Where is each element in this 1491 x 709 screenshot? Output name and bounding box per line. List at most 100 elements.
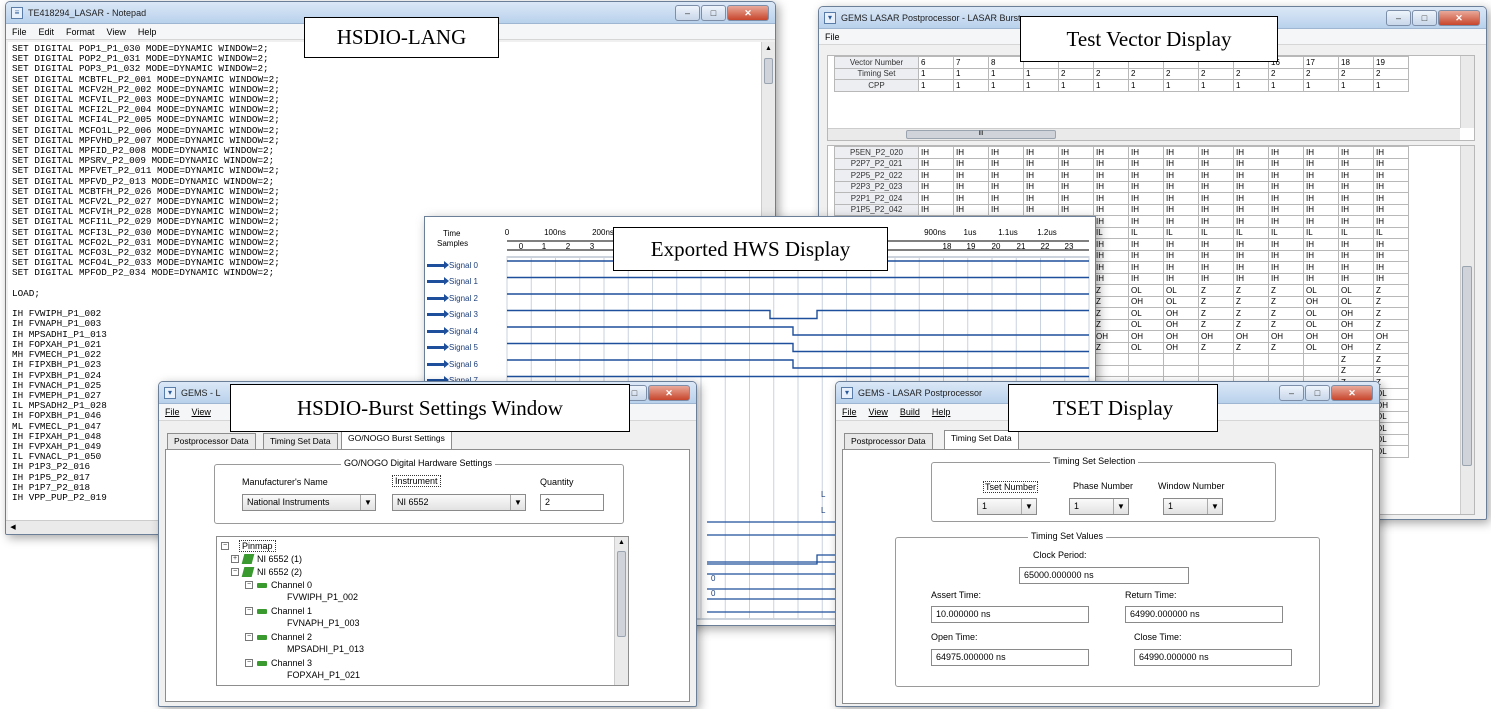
scroll-up-icon[interactable]: ▲ (615, 537, 628, 549)
vector-cell[interactable]: OH (1303, 295, 1339, 308)
vector-cell[interactable]: IH (1198, 146, 1234, 159)
vector-cell[interactable]: IH (1338, 192, 1374, 205)
vector-cell[interactable]: IH (1093, 180, 1129, 193)
vector-cell[interactable]: IL (1268, 226, 1304, 239)
chevron-down-icon[interactable]: ▼ (1207, 499, 1222, 514)
vector-cell[interactable]: IH (953, 157, 989, 170)
vector-cell[interactable]: IH (1338, 249, 1374, 262)
instrument-select[interactable]: NI 6552 ▼ (392, 494, 526, 511)
vector-cell[interactable]: 1 (953, 67, 989, 80)
vector-cell[interactable]: IH (1373, 238, 1409, 251)
vector-cell[interactable]: Z (1093, 307, 1129, 320)
vector-cell[interactable]: Z (1338, 353, 1374, 366)
scroll-up-icon[interactable]: ▲ (762, 42, 775, 56)
vector-cell[interactable]: IH (1093, 238, 1129, 251)
vector-cell[interactable]: IH (1058, 180, 1094, 193)
tab-timing-set-data[interactable]: Timing Set Data (944, 430, 1019, 449)
vector-cell[interactable]: 1 (1023, 67, 1059, 80)
vector-cell[interactable]: IH (1303, 261, 1339, 274)
collapse-icon[interactable]: − (245, 581, 253, 589)
vector-cell[interactable]: IH (1163, 272, 1199, 285)
collapse-icon[interactable]: − (245, 607, 253, 615)
vector-cell[interactable]: IH (1233, 157, 1269, 170)
vector-cell[interactable]: IH (1023, 192, 1059, 205)
vector-cell[interactable]: IH (988, 169, 1024, 182)
vector-cell[interactable]: IH (953, 146, 989, 159)
vector-cell[interactable]: IH (918, 157, 954, 170)
vector-cell[interactable]: OL (1128, 284, 1164, 297)
close-icon[interactable]: ✕ (1438, 10, 1480, 26)
vector-cell[interactable]: 2 (1268, 67, 1304, 80)
open-time-field[interactable]: 64975.000000 ns (931, 649, 1089, 666)
vector-cell[interactable]: 1 (1198, 79, 1234, 92)
vector-cell[interactable]: Z (1233, 341, 1269, 354)
vector-cell[interactable]: 1 (1233, 79, 1269, 92)
vector-cell[interactable]: IH (953, 169, 989, 182)
vector-cell[interactable]: IH (1093, 169, 1129, 182)
vector-cell[interactable]: IH (1338, 215, 1374, 228)
vector-cell[interactable]: IH (1128, 249, 1164, 262)
vector-cell[interactable]: IH (918, 146, 954, 159)
vector-cell[interactable]: 2 (1338, 67, 1374, 80)
vector-cell[interactable]: IH (1338, 180, 1374, 193)
vector-cell[interactable]: 2 (1233, 67, 1269, 80)
vector-cell[interactable]: IH (1128, 261, 1164, 274)
vector-cell[interactable]: IH (1163, 238, 1199, 251)
tree-pin[interactable]: FVWIPH_P1_002 (287, 592, 358, 602)
vector-cell[interactable]: IH (1268, 249, 1304, 262)
menu-file[interactable]: File (165, 407, 180, 417)
vector-cell[interactable]: 1 (1163, 79, 1199, 92)
vector-cell[interactable]: 2 (1093, 67, 1129, 80)
close-icon[interactable]: ✕ (1331, 385, 1373, 401)
vector-cell[interactable]: IH (1303, 249, 1339, 262)
vector-cell[interactable]: IH (1163, 249, 1199, 262)
vector-cell[interactable]: IH (1058, 157, 1094, 170)
vector-cell[interactable] (1093, 364, 1129, 377)
vector-cell[interactable]: 19 (1373, 56, 1409, 69)
vector-cell[interactable]: OH (1163, 341, 1199, 354)
vector-cell[interactable]: IH (1093, 249, 1129, 262)
vector-cell[interactable]: IH (1198, 192, 1234, 205)
vector-cell[interactable]: Z (1373, 284, 1409, 297)
vector-cell[interactable]: IH (918, 169, 954, 182)
vector-cell[interactable]: IL (1373, 226, 1409, 239)
phase-number-select[interactable]: 1 ▼ (1069, 498, 1129, 515)
vector-cell[interactable]: IH (1233, 192, 1269, 205)
scroll-left-icon[interactable]: ◀ (6, 521, 20, 534)
vector-cell[interactable]: IH (1303, 192, 1339, 205)
vector-cell[interactable]: OL (1303, 307, 1339, 320)
vector-cell[interactable]: IH (1058, 146, 1094, 159)
tree-channel[interactable]: − Channel 4 (245, 684, 312, 685)
menu-help[interactable]: Help (138, 27, 157, 37)
vector-cell[interactable]: 1 (988, 79, 1024, 92)
tree-pin[interactable]: MPSADHI_P1_013 (287, 644, 364, 654)
collapse-icon[interactable]: − (231, 568, 239, 576)
vector-cell[interactable]: Z (1268, 284, 1304, 297)
vector-cell[interactable]: IH (953, 203, 989, 216)
vector-cell[interactable] (1093, 353, 1129, 366)
vector-cell[interactable]: 1 (1093, 79, 1129, 92)
tab-postprocessor-data[interactable]: Postprocessor Data (844, 433, 933, 449)
tab-timing-set-data[interactable]: Timing Set Data (263, 433, 338, 449)
chevron-down-icon[interactable]: ▼ (360, 495, 375, 510)
vector-cell[interactable]: OH (1338, 307, 1374, 320)
vector-cell[interactable]: IH (1058, 192, 1094, 205)
vector-cell[interactable]: Z (1268, 295, 1304, 308)
vector-cell[interactable]: 2 (1163, 67, 1199, 80)
vector-cell[interactable]: IH (988, 180, 1024, 193)
vector-cell[interactable]: OH (1303, 330, 1339, 343)
vector-cell[interactable]: IH (1268, 157, 1304, 170)
vector-cell[interactable]: OH (1338, 330, 1374, 343)
vector-cell[interactable]: IH (1198, 169, 1234, 182)
vector-cell[interactable]: Z (1093, 295, 1129, 308)
menu-file[interactable]: File (12, 27, 27, 37)
vector-cell[interactable]: IH (1163, 215, 1199, 228)
vector-cell[interactable]: OH (1338, 318, 1374, 331)
vector-cell[interactable]: OL (1338, 284, 1374, 297)
vector-cell[interactable]: IH (1338, 203, 1374, 216)
vector-cell[interactable] (1233, 364, 1269, 377)
vector-cell[interactable]: IH (1233, 215, 1269, 228)
vector-cell[interactable]: 2 (1373, 67, 1409, 80)
vector-cell[interactable]: IH (1128, 169, 1164, 182)
vector-cell[interactable]: IH (1198, 203, 1234, 216)
